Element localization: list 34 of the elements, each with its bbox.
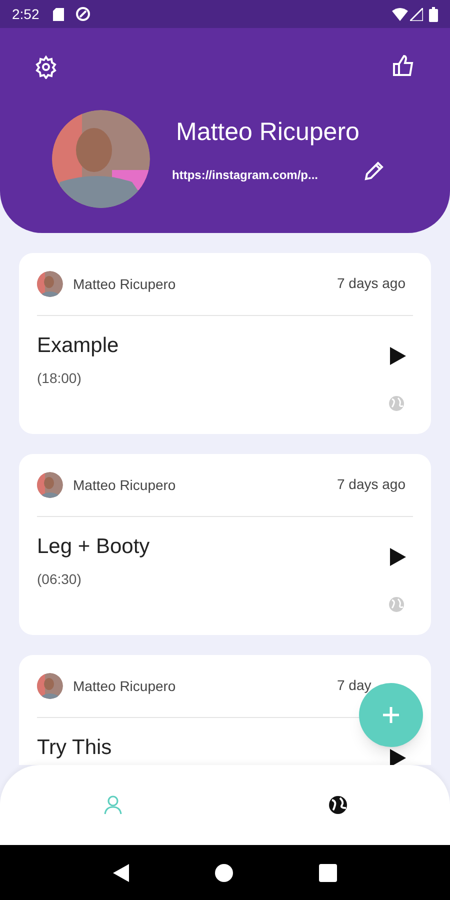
- status-time: 2:52: [12, 4, 40, 24]
- play-icon[interactable]: [390, 548, 406, 566]
- author-name: Matteo Ricupero: [73, 676, 176, 696]
- wifi-icon: [392, 8, 408, 20]
- post-date: 7 days ago: [337, 275, 406, 291]
- signal-icon: [410, 8, 423, 20]
- recents-icon[interactable]: [319, 864, 337, 882]
- settings-icon[interactable]: [34, 55, 58, 79]
- home-icon[interactable]: [215, 864, 233, 882]
- workout-card[interactable]: Matteo Ricupero 7 days ago Example (18:00): [19, 253, 431, 434]
- person-icon: [102, 795, 122, 815]
- workout-duration: (06:30): [37, 570, 82, 589]
- author-name: Matteo Ricupero: [73, 274, 176, 294]
- workout-duration: (18:00): [37, 368, 82, 388]
- thumbs-up-icon[interactable]: [392, 54, 416, 78]
- author-name: Matteo Ricupero: [73, 476, 176, 495]
- battery-icon: [429, 6, 438, 22]
- plus-icon: [382, 706, 400, 724]
- workout-title: Leg + Booty: [37, 535, 150, 558]
- post-date: 7 day: [337, 677, 372, 693]
- profile-link[interactable]: https://instagram.com/p...: [172, 166, 318, 184]
- edit-icon[interactable]: [364, 161, 384, 181]
- workout-card[interactable]: Matteo Ricupero 7 days ago Leg + Booty (06:30): [19, 454, 431, 635]
- back-icon[interactable]: [113, 864, 129, 882]
- workout-card[interactable]: Matteo Ricupero 7 day Try This: [19, 655, 431, 765]
- sd-card-icon: [53, 8, 64, 20]
- workout-title: Try This: [37, 736, 112, 759]
- globe-icon: [328, 795, 348, 815]
- workout-title: Example: [37, 334, 119, 357]
- play-icon[interactable]: [390, 347, 406, 365]
- post-date: 7 days ago: [337, 476, 406, 492]
- profile-name: Matteo Ricupero: [176, 117, 360, 148]
- globe-icon: [389, 396, 404, 411]
- globe-icon: [389, 597, 404, 612]
